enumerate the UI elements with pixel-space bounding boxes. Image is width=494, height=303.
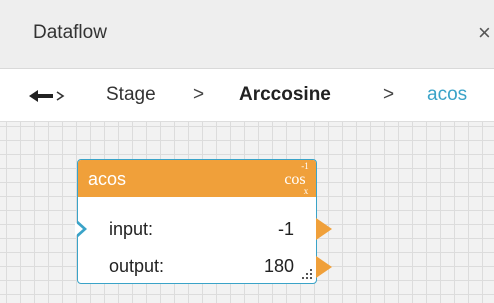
node-title: acos xyxy=(88,169,127,189)
breadcrumb-item-arccosine[interactable]: Arccosine xyxy=(239,84,331,106)
input-value[interactable]: -1 xyxy=(278,219,294,240)
output-value: 180 xyxy=(263,256,294,276)
arccosine-icon: -1 cos x xyxy=(284,161,309,196)
breadcrumb-item-stage[interactable]: Stage xyxy=(106,84,156,106)
close-icon[interactable]: × xyxy=(478,20,491,46)
breadcrumb-separator: > xyxy=(193,84,205,105)
func-icon-main: cos xyxy=(284,171,305,188)
breadcrumb-item-acos[interactable]: acos xyxy=(427,84,467,106)
titlebar: Dataflow × xyxy=(0,0,494,69)
node-header[interactable]: acos -1 cos x xyxy=(78,160,316,197)
panel-title: Dataflow xyxy=(33,22,107,43)
input-port[interactable] xyxy=(75,220,87,238)
input-row: input: -1 xyxy=(75,215,316,243)
output-label: output: xyxy=(109,256,165,276)
func-icon-sup: -1 xyxy=(301,161,309,171)
output-port[interactable] xyxy=(316,256,332,278)
acos-node[interactable]: acos -1 cos x input: -1 output: 180 xyxy=(75,159,317,284)
breadcrumb-separator: > xyxy=(383,84,395,105)
back-arrow-icon[interactable] xyxy=(29,87,65,105)
dataflow-panel: Dataflow × Stage > Arccosine > acos acos… xyxy=(0,0,494,303)
input-out-port[interactable] xyxy=(316,218,332,240)
output-row: output: 180 xyxy=(78,252,316,280)
func-icon-sub: x xyxy=(304,186,309,196)
input-label: input: xyxy=(109,219,154,239)
breadcrumb: Stage > Arccosine > acos xyxy=(0,69,494,122)
resize-grip-icon[interactable] xyxy=(302,269,314,281)
